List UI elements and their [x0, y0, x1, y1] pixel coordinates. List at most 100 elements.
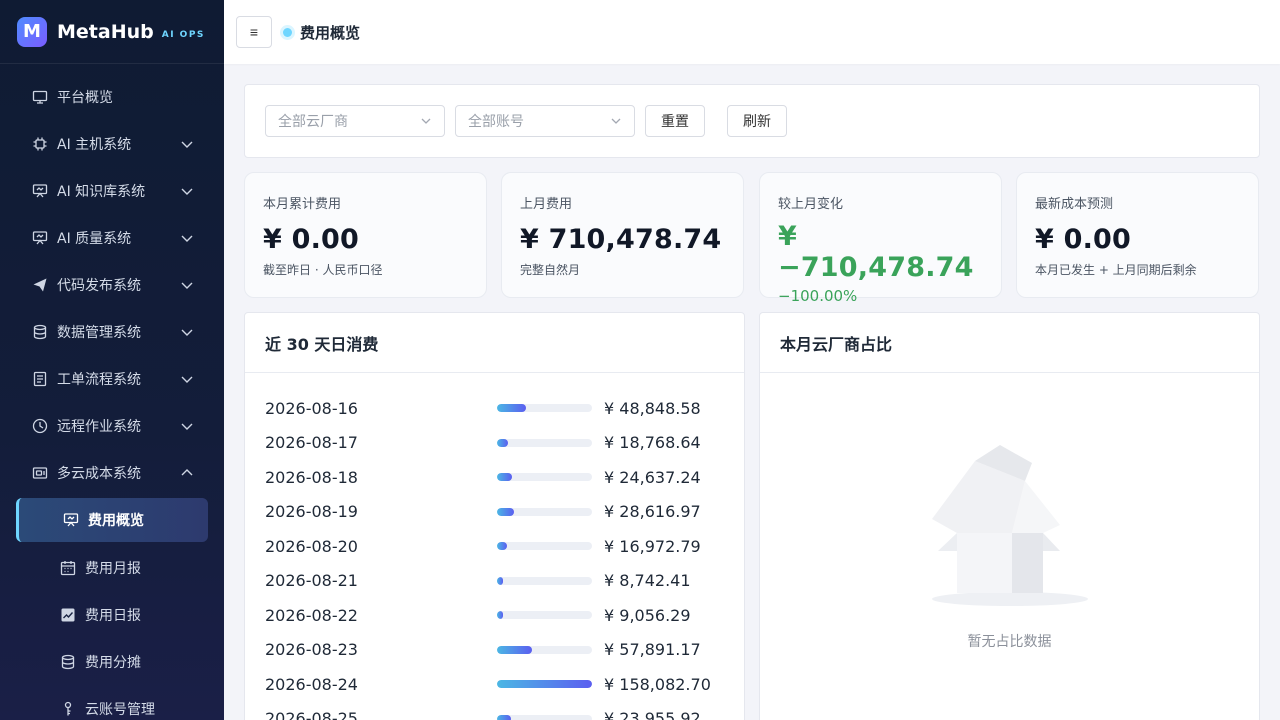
daily-cost-row: 2026-08-18 ¥ 24,637.24 — [265, 460, 744, 495]
sidebar-item-label: AI 质量系统 — [57, 230, 132, 247]
daily-cost-bar-fill — [497, 507, 515, 516]
sidebar-subitem-label: 费用分摊 — [85, 654, 141, 671]
daily-cost-amount: ¥ 18,768.64 — [604, 433, 701, 453]
daily-cost-date: 2026-08-19 — [265, 502, 358, 522]
stat-value: ¥ 0.00 — [263, 224, 360, 255]
stat-note: 完整自然月 — [520, 263, 581, 277]
sidebar-item-ticket-flow[interactable]: 工单流程系统 — [0, 355, 224, 402]
key-icon — [60, 701, 76, 717]
daily-cost-amount: ¥ 28,616.97 — [604, 502, 701, 522]
send-icon — [32, 277, 48, 293]
sidebar-nav: 平台概览 AI 主机系统 AI 知识库系统 AI 质量系统 代码发布系统 数据管… — [0, 64, 224, 720]
account-select[interactable]: 全部账号 — [455, 105, 635, 137]
sidebar-item-remote-job[interactable]: 远程作业系统 — [0, 402, 224, 449]
database-icon — [60, 654, 76, 670]
sidebar-subitem-cost-allocation[interactable]: 费用分摊 — [0, 638, 224, 685]
stat-label: 上月费用 — [520, 197, 573, 212]
menu-toggle-button[interactable]: ≡ — [236, 16, 272, 48]
account-select-placeholder: 全部账号 — [468, 114, 524, 130]
sidebar: M MetaHub AI OPS 平台概览 AI 主机系统 AI 知识库系统 A… — [0, 0, 224, 720]
refresh-button[interactable]: 刷新 — [727, 105, 787, 137]
brand-name: MetaHub — [57, 20, 154, 43]
daily-cost-date: 2026-08-25 — [265, 709, 358, 720]
title-dot-icon — [283, 27, 292, 37]
sidebar-item-data-management[interactable]: 数据管理系统 — [0, 308, 224, 355]
sidebar-subitem-cost-monthly[interactable]: 费用月报 — [0, 544, 224, 591]
stat-label: 最新成本预测 — [1035, 197, 1114, 212]
sidebar-item-ai-knowledge[interactable]: AI 知识库系统 — [0, 167, 224, 214]
daily-cost-bar — [497, 645, 592, 654]
panel-title: 本月云厂商占比 — [760, 313, 1259, 373]
brand[interactable]: M MetaHub AI OPS — [0, 0, 224, 64]
chevron-up-icon — [181, 468, 193, 475]
daily-cost-list: 2026-08-16 ¥ 48,848.58 2026-08-17 ¥ 18,768.… — [245, 373, 744, 720]
daily-cost-date: 2026-08-23 — [265, 640, 358, 660]
chart-icon — [60, 607, 76, 623]
daily-cost-row: 2026-08-21 ¥ 8,742.41 — [265, 564, 744, 599]
calendar-icon — [60, 560, 76, 576]
daily-cost-row: 2026-08-22 ¥ 9,056.29 — [265, 598, 744, 633]
daily-cost-row: 2026-08-24 ¥ 158,082.70 — [265, 667, 744, 702]
daily-cost-amount: ¥ 158,082.70 — [604, 674, 711, 694]
stat-value: ¥ 0.00 — [1035, 224, 1132, 255]
empty-state: 暂无占比数据 — [760, 373, 1259, 651]
chevron-down-icon — [181, 282, 193, 289]
daily-cost-row: 2026-08-20 ¥ 16,972.79 — [265, 529, 744, 564]
sidebar-item-code-release[interactable]: 代码发布系统 — [0, 261, 224, 308]
daily-cost-bar-fill — [497, 473, 512, 482]
sidebar-subitem-cost-overview[interactable]: 费用概览 — [16, 498, 208, 542]
sidebar-item-ai-host[interactable]: AI 主机系统 — [0, 120, 224, 167]
brand-subtitle: AI OPS — [161, 29, 205, 40]
sidebar-subitem-cost-daily[interactable]: 费用日报 — [0, 591, 224, 638]
daily-cost-bar-fill — [497, 714, 512, 720]
sidebar-subitem-cloud-accounts[interactable]: 云账号管理 — [0, 685, 224, 720]
stat-card-forecast: 最新成本预测 ¥ 0.00 本月已发生 + 上月同期后剩余 — [1016, 172, 1259, 298]
daily-cost-row: 2026-08-23 ¥ 57,891.17 — [265, 633, 744, 668]
provider-select[interactable]: 全部云厂商 — [265, 105, 445, 137]
panel-title: 近 30 天日消费 — [245, 313, 744, 373]
empty-box-icon — [931, 445, 1088, 606]
daily-cost-bar — [497, 473, 592, 482]
sidebar-item-ai-quality[interactable]: AI 质量系统 — [0, 214, 224, 261]
daily-cost-bar — [497, 438, 592, 447]
sidebar-subitem-label: 费用概览 — [88, 513, 144, 529]
presentation-icon — [63, 512, 79, 528]
sidebar-item-label: 数据管理系统 — [57, 324, 141, 341]
daily-cost-bar — [497, 576, 592, 585]
daily-cost-date: 2026-08-24 — [265, 674, 358, 694]
sidebar-item-label: AI 知识库系统 — [57, 183, 146, 200]
stat-label: 较上月变化 — [778, 197, 844, 212]
chip-icon — [32, 136, 48, 152]
daily-cost-amount: ¥ 23,955.92 — [604, 709, 701, 720]
daily-cost-row: 2026-08-17 ¥ 18,768.64 — [265, 426, 744, 461]
daily-cost-bar-fill — [497, 438, 509, 447]
daily-cost-row: 2026-08-19 ¥ 28,616.97 — [265, 495, 744, 530]
daily-cost-bar — [497, 404, 592, 413]
sidebar-item-label: 远程作业系统 — [57, 418, 141, 435]
stat-note: 本月已发生 + 上月同期后剩余 — [1035, 263, 1197, 277]
daily-cost-date: 2026-08-17 — [265, 433, 358, 453]
sidebar-item-label: 工单流程系统 — [57, 371, 141, 388]
stat-value: ¥ 710,478.74 — [520, 224, 722, 255]
document-icon — [32, 371, 48, 387]
daily-cost-bar-fill — [497, 645, 532, 654]
chevron-down-icon — [181, 235, 193, 242]
chevron-down-icon — [181, 141, 193, 148]
sidebar-item-multicloud-cost[interactable]: 多云成本系统 — [0, 449, 224, 496]
provider-select-placeholder: 全部云厂商 — [278, 114, 348, 130]
chevron-down-icon — [181, 423, 193, 430]
sidebar-item-platform-overview[interactable]: 平台概览 — [0, 73, 224, 120]
reset-button[interactable]: 重置 — [645, 105, 705, 137]
daily-cost-amount: ¥ 16,972.79 — [604, 536, 701, 556]
chevron-down-icon — [181, 188, 193, 195]
daily-cost-bar — [497, 542, 592, 551]
daily-cost-amount: ¥ 48,848.58 — [604, 398, 701, 418]
sidebar-subitem-label: 云账号管理 — [85, 701, 155, 718]
sidebar-item-label: 平台概览 — [57, 89, 113, 106]
chevron-down-icon — [421, 118, 431, 124]
stat-change-percent: −100.00% — [778, 287, 858, 305]
daily-cost-bar-fill — [497, 542, 508, 551]
daily-cost-bar-fill — [497, 611, 503, 620]
daily-cost-panel: 近 30 天日消费 2026-08-16 ¥ 48,848.58 2026-08-1… — [244, 312, 745, 720]
daily-cost-amount: ¥ 24,637.24 — [604, 467, 701, 487]
